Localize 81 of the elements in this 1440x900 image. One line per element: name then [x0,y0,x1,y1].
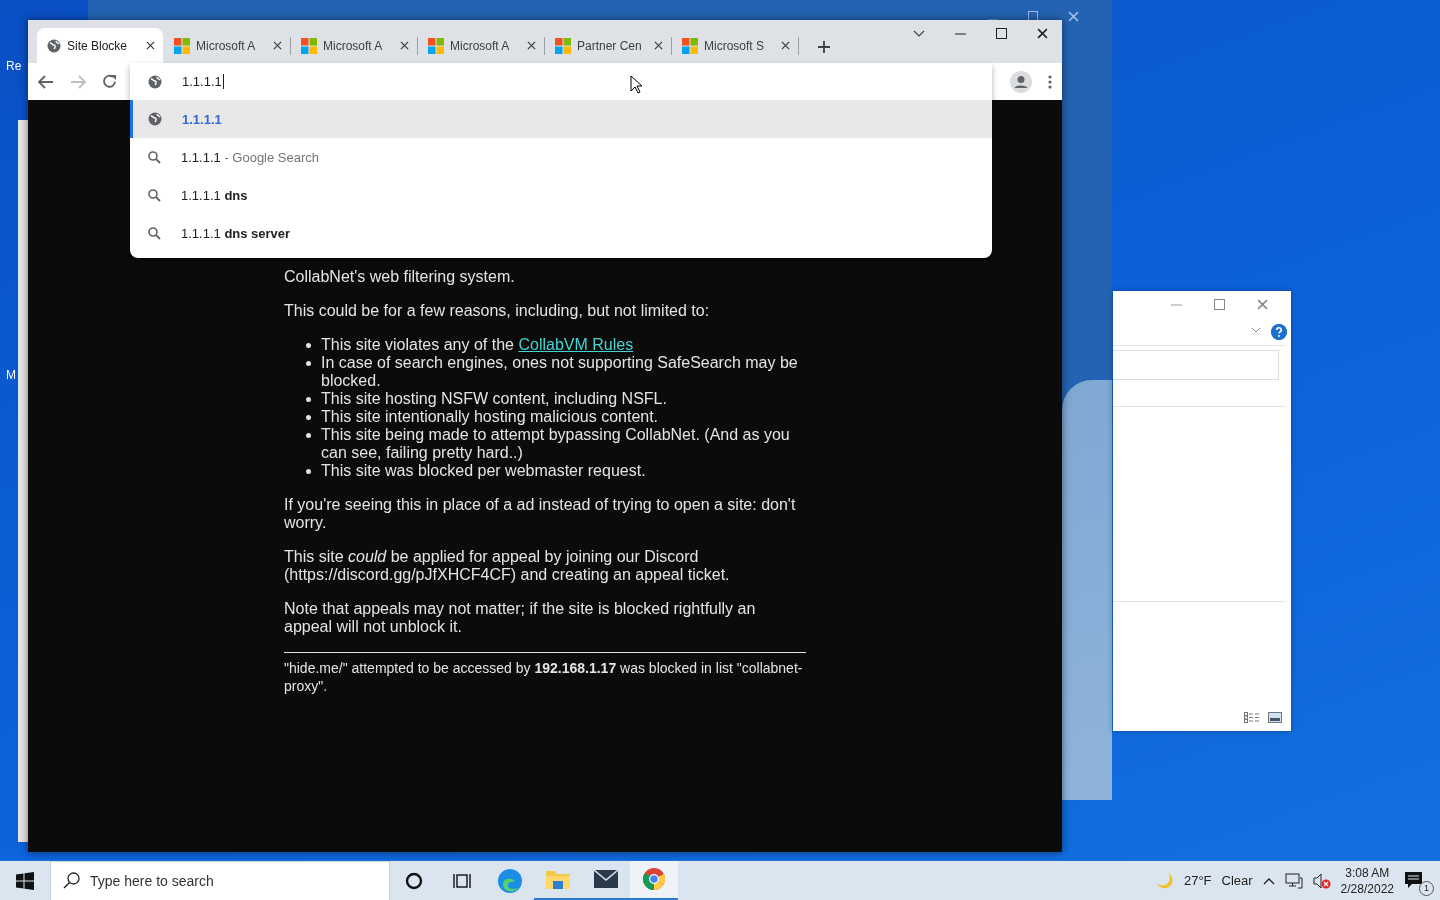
close-icon[interactable] [527,41,536,50]
bullet-icon [306,433,311,438]
circle-icon [405,871,423,890]
globe-icon [47,38,61,53]
clock-time[interactable]: 3:08 AM [1345,864,1390,881]
search-icon [148,150,161,164]
list-item-text: This site being made to attempt bypassing CollabNet. (And as you can see, failing pretty hard..) [321,426,791,462]
chevron-down-icon[interactable] [1251,327,1261,333]
close-icon[interactable] [1037,28,1048,39]
close-icon[interactable] [400,41,409,50]
browser-tab[interactable]: Microsoft S [672,28,798,63]
list-item-text: This site hosting NSFW content, including NSFL. [321,390,667,408]
bullet-icon [306,343,311,348]
search-icon [148,188,161,202]
mail-icon [593,869,619,889]
task-view-icon [453,872,471,889]
list-item-text: This site was blocked per webmaster request. [321,462,646,480]
maximize-icon[interactable] [996,28,1007,39]
windows-logo-icon [682,37,698,54]
details-view-icon[interactable] [1244,712,1260,723]
clock-date[interactable]: 2/28/2022 [1340,880,1394,897]
rules-link[interactable]: CollabVM Rules [518,336,634,353]
windows-logo-icon [428,37,444,54]
cursor-icon [630,75,642,94]
paragraph: CollabNet's web filtering system. [284,268,516,286]
address-field[interactable]: 1.1.1.1 [182,74,224,89]
desktop-icon-label: M [6,368,16,382]
chrome-icon [642,867,666,891]
weather-condition: Clear [1221,873,1253,888]
paragraph: This site could be applied for appeal by joining our Discord (https://discord.gg/pJfXHCF4CF) and creating an appeal ticket. [284,548,731,584]
windows-logo-icon [16,871,34,890]
close-icon[interactable] [781,41,790,50]
close-icon[interactable] [654,41,663,50]
globe-icon [148,112,162,126]
browser-tab[interactable]: Microsoft A [164,28,290,63]
address-field[interactable] [1113,350,1279,380]
footer-note: "hide.me/" attempted to be accessed by 192.168.1.17 was blocked in list "collabnet-proxy". [284,659,804,695]
windows-logo-icon [301,37,317,54]
folder-icon [545,868,571,890]
globe-icon [148,74,162,89]
speaker-icon[interactable] [1312,872,1331,889]
list-item-text: This site violates any of the CollabVM Rules [321,336,634,354]
browser-tab[interactable]: Partner Cen [545,28,671,63]
reload-icon[interactable] [102,74,117,89]
close-icon[interactable] [146,41,155,50]
chevron-up-icon[interactable] [1262,876,1275,885]
temperature: 27°F [1183,873,1212,888]
paragraph: This could be for a few reasons, including, but not limited to: [284,302,711,320]
browser-tab[interactable]: Site Blocke [37,28,163,63]
search-field[interactable]: Type here to search [50,860,390,900]
notification-count: 1 [1419,880,1434,896]
bullet-icon [306,415,311,420]
paragraph: If you're seeing this in place of a ad instead of trying to open a site: don't worry. [284,496,797,532]
moon-icon [1155,871,1174,890]
search-icon [148,226,161,240]
paragraph: Note that appeals may not matter; if the site is blocked rightfully an appeal will not unblock it. [284,600,757,636]
suggestion-item[interactable]: 1.1.1.1 - Google Search [130,138,992,176]
close-icon[interactable] [273,41,282,50]
taskbar-app-button[interactable] [630,860,678,900]
chevron-down-icon[interactable] [913,30,925,37]
suggestion-item[interactable]: 1.1.1.1 [130,100,992,138]
profile-icon[interactable] [1010,70,1032,93]
bullet-icon [306,361,311,366]
help-icon[interactable] [1271,324,1287,340]
search-icon [63,872,80,889]
list-item-text: This site intentionally hosting malicious content. [321,408,659,426]
suggestion-item[interactable]: 1.1.1.1 dns [130,176,992,214]
desktop-icon-label: Re [6,59,22,73]
windows-logo-icon [174,37,190,54]
back-icon[interactable] [38,74,54,89]
menu-icon[interactable] [1048,74,1052,89]
edge-icon [497,867,523,894]
suggestion-item[interactable]: 1.1.1.1 dns server [130,214,992,252]
browser-tab[interactable]: Microsoft A [418,28,544,63]
windows-logo-icon [555,37,571,54]
preview-view-icon[interactable] [1268,712,1282,723]
list-item-text: In case of search engines, ones not supporting SafeSearch may be blocked. [321,354,799,390]
bullet-icon [306,469,311,474]
network-icon[interactable] [1284,872,1303,889]
browser-tab[interactable]: Microsoft A [291,28,417,63]
bullet-icon [306,397,311,402]
